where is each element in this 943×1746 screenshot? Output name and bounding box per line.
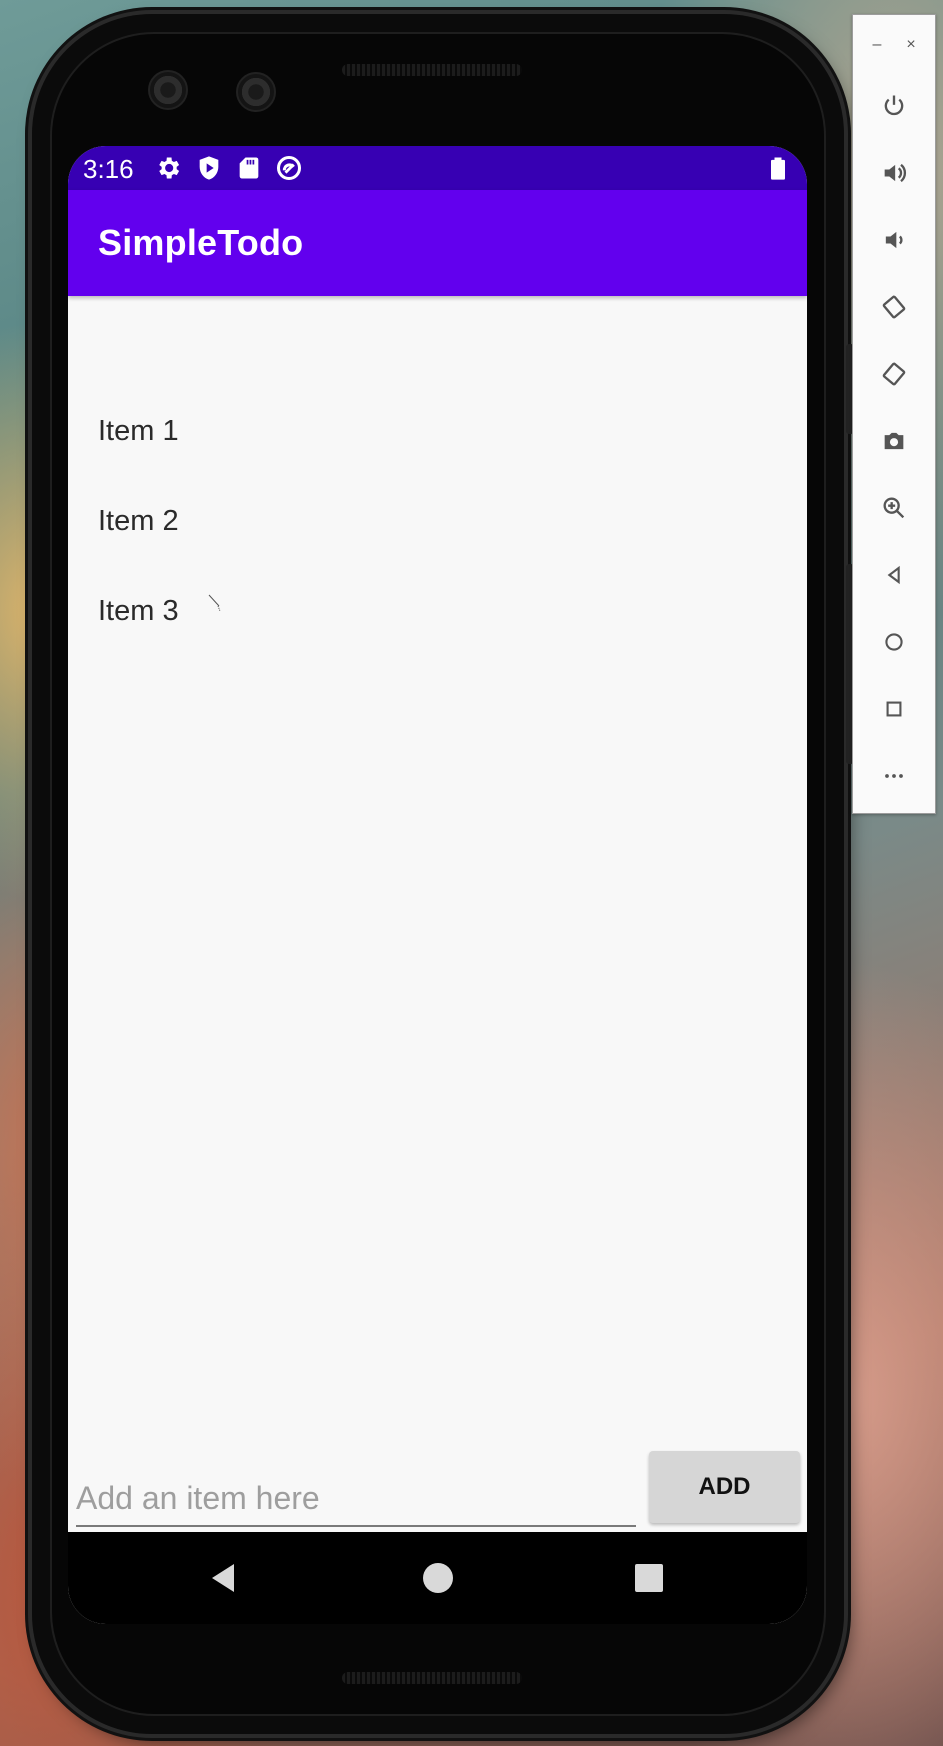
add-item-input[interactable] — [76, 1471, 636, 1527]
power-icon[interactable] — [880, 92, 908, 120]
emulator-toolbar: – × — [852, 14, 936, 814]
front-camera-right — [236, 72, 276, 112]
todo-list[interactable]: Item 1 Item 2 Item 3 — [68, 386, 807, 656]
top-speaker — [342, 64, 522, 76]
bottom-speaker — [342, 1672, 522, 1684]
minimize-button[interactable]: – — [867, 35, 887, 55]
nav-recents-icon[interactable] — [631, 1560, 667, 1596]
status-time: 3:16 — [83, 154, 134, 184]
navigation-bar — [68, 1532, 807, 1624]
app-title: SimpleTodo — [98, 222, 304, 263]
battery-icon — [764, 154, 792, 182]
app-bar: SimpleTodo — [68, 190, 807, 296]
sync-icon — [275, 154, 303, 182]
volume-up-icon[interactable] — [880, 159, 908, 187]
home-icon[interactable] — [880, 628, 908, 656]
nav-back-icon[interactable] — [206, 1560, 242, 1596]
overview-icon[interactable] — [880, 695, 908, 723]
back-icon[interactable] — [880, 561, 908, 589]
settings-icon — [154, 154, 182, 182]
add-item-row: ADD — [68, 1451, 807, 1541]
nav-home-icon[interactable] — [420, 1560, 456, 1596]
rotate-left-icon[interactable] — [880, 293, 908, 321]
device-screen: 3:16 SimpleTodo Item 1 Item 2 Item 3 ADD — [68, 146, 807, 1624]
more-icon[interactable] — [880, 762, 908, 790]
shield-icon — [195, 154, 223, 182]
front-camera-left — [148, 70, 188, 110]
camera-icon[interactable] — [880, 427, 908, 455]
close-button[interactable]: × — [901, 35, 921, 55]
status-bar: 3:16 — [68, 146, 807, 190]
list-item[interactable]: Item 2 — [68, 476, 807, 566]
volume-down-icon[interactable] — [880, 226, 908, 254]
rotate-right-icon[interactable] — [880, 360, 908, 388]
zoom-icon[interactable] — [880, 494, 908, 522]
list-item[interactable]: Item 1 — [68, 386, 807, 476]
add-button[interactable]: ADD — [649, 1451, 800, 1523]
mouse-cursor-icon — [208, 594, 221, 612]
sd-card-icon — [235, 154, 263, 182]
list-item[interactable]: Item 3 — [68, 566, 807, 656]
